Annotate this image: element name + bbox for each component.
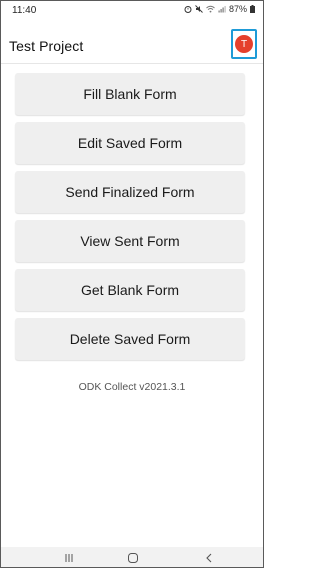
system-nav-bar [1, 547, 263, 567]
home-icon[interactable] [127, 551, 139, 567]
edit-saved-form-label: Edit Saved Form [77, 135, 183, 151]
signal-icon [218, 5, 226, 13]
page-title: Test Project [9, 38, 84, 54]
fill-blank-form-label: Fill Blank Form [83, 86, 177, 102]
project-switcher-button[interactable]: T [231, 29, 257, 59]
app-version: ODK Collect v2021.3.1 [78, 381, 186, 393]
back-icon[interactable] [204, 551, 214, 567]
battery-percent: 87% [228, 4, 247, 14]
get-blank-form-label: Get Blank Form [80, 282, 180, 298]
status-icons: 87% [184, 4, 255, 14]
wifi-icon [206, 5, 215, 13]
fill-blank-form-button[interactable]: Fill Blank Form [15, 73, 245, 115]
mute-icon [195, 5, 203, 13]
view-sent-form-label: View Sent Form [80, 233, 180, 249]
recent-apps-icon[interactable] [64, 551, 74, 567]
avatar-letter: T [240, 38, 248, 50]
status-time: 11:40 [12, 5, 37, 16]
view-sent-form-button[interactable]: View Sent Form [15, 220, 245, 262]
get-blank-form-button[interactable]: Get Blank Form [15, 269, 245, 311]
delete-saved-form-label: Delete Saved Form [69, 331, 191, 347]
battery-icon [250, 5, 255, 13]
send-finalized-form-label: Send Finalized Form [65, 184, 195, 200]
status-bar: 11:40 87% [1, 1, 263, 19]
main-menu: Fill Blank Form Edit Saved Form Send Fin… [15, 73, 245, 367]
delete-saved-form-button[interactable]: Delete Saved Form [15, 318, 245, 360]
edit-saved-form-button[interactable]: Edit Saved Form [15, 122, 245, 164]
alarm-icon [184, 5, 192, 13]
project-avatar: T [235, 35, 253, 53]
phone-screen: 11:40 87% Test Project T Fill Blank Form… [0, 0, 264, 568]
send-finalized-form-button[interactable]: Send Finalized Form [15, 171, 245, 213]
app-bar: Test Project T [1, 21, 263, 64]
